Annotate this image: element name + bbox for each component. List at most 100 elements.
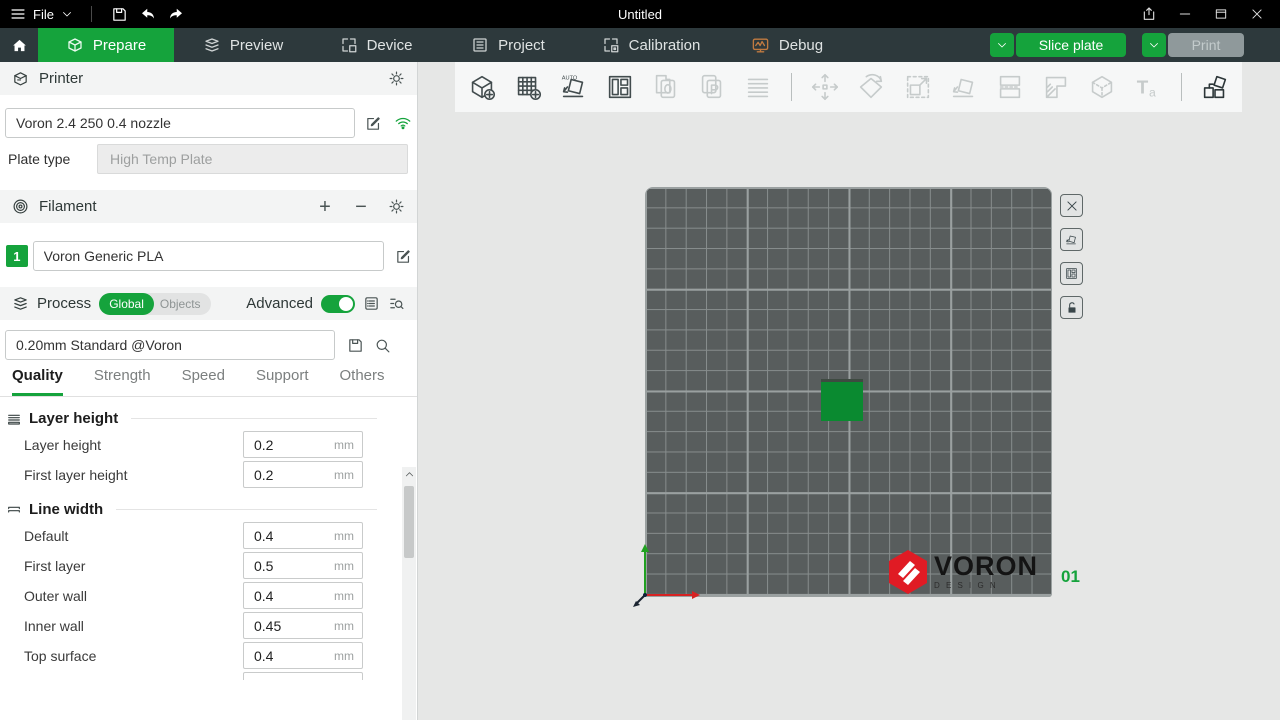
- slice-plate-button[interactable]: Slice plate: [1016, 33, 1126, 57]
- printer-edit-button[interactable]: [365, 115, 382, 132]
- scope-objects-button[interactable]: Objects: [154, 293, 211, 315]
- layers-button[interactable]: [741, 69, 775, 105]
- variable-layer-height-button[interactable]: [1039, 69, 1073, 105]
- orient-plate-button[interactable]: [1060, 228, 1083, 251]
- sparse-infill-line-width-input[interactable]: [244, 678, 316, 681]
- setting-field: mm: [243, 552, 363, 579]
- save-button[interactable]: [110, 4, 130, 24]
- minimize-button[interactable]: [1170, 3, 1200, 25]
- upload-button[interactable]: [1134, 3, 1164, 25]
- tab-label: Project: [498, 37, 545, 54]
- main-tab-bar: Prepare Preview Device Project Calibrati…: [0, 28, 1280, 62]
- move-button[interactable]: [808, 69, 842, 105]
- scale-button[interactable]: [901, 69, 935, 105]
- add-object-button[interactable]: [465, 69, 499, 105]
- import-button[interactable]: [649, 69, 683, 105]
- scroll-up-button[interactable]: [404, 467, 415, 481]
- minimize-icon: [1178, 7, 1192, 21]
- tab-strength[interactable]: Strength: [94, 367, 151, 396]
- scrollbar-thumb[interactable]: [404, 486, 414, 558]
- arrange-plate-button[interactable]: [1060, 262, 1083, 285]
- add-object-icon: [466, 71, 498, 103]
- file-menu[interactable]: File: [10, 6, 73, 22]
- brand-name: VORON: [934, 554, 1038, 580]
- brand-sub: DESIGN: [934, 581, 1038, 590]
- filament-edit-button[interactable]: [395, 248, 412, 265]
- tab-speed[interactable]: Speed: [182, 367, 225, 396]
- lay-on-face-button[interactable]: [947, 69, 981, 105]
- delete-plate-button[interactable]: [1060, 194, 1083, 217]
- search-preset-button[interactable]: [374, 337, 391, 354]
- search-settings-button[interactable]: [388, 295, 405, 312]
- print-dropdown-button[interactable]: [1142, 33, 1166, 57]
- outer-wall-line-width-input[interactable]: [244, 588, 316, 604]
- arrange-icon: [604, 71, 636, 103]
- tab-debug[interactable]: Debug: [726, 28, 848, 62]
- tab-others[interactable]: Others: [340, 367, 385, 396]
- chevron-down-icon: [61, 8, 73, 20]
- model-cube[interactable]: [821, 379, 863, 421]
- tab-quality[interactable]: Quality: [12, 367, 63, 396]
- remove-filament-button[interactable]: −: [352, 197, 370, 217]
- gear-icon: [388, 70, 405, 87]
- tab-support[interactable]: Support: [256, 367, 309, 396]
- redo-button[interactable]: [166, 4, 186, 24]
- add-filament-button[interactable]: +: [316, 197, 334, 217]
- inner-wall-line-width-input[interactable]: [244, 618, 316, 634]
- first-layer-line-width-input[interactable]: [244, 558, 316, 574]
- tab-device[interactable]: Device: [312, 28, 440, 62]
- filament-preset-input[interactable]: [33, 241, 384, 271]
- unit-label: mm: [334, 589, 362, 603]
- mesh-boolean-button[interactable]: [1085, 69, 1119, 105]
- undo-icon: [139, 5, 157, 23]
- window-title: Untitled: [0, 7, 1280, 22]
- process-preset-input[interactable]: [5, 330, 335, 360]
- plate-type-select[interactable]: High Temp Plate: [97, 144, 408, 174]
- home-button[interactable]: [0, 28, 38, 62]
- hamburger-icon: [10, 6, 26, 22]
- settings-scrollbar[interactable]: [402, 467, 416, 720]
- origin-axes: [618, 531, 718, 621]
- printer-settings-button[interactable]: [388, 70, 405, 87]
- add-plate-button[interactable]: [511, 69, 545, 105]
- save-preset-button[interactable]: [347, 337, 364, 354]
- chevron-down-icon: [996, 39, 1008, 51]
- print-button[interactable]: Print: [1168, 33, 1244, 57]
- rotate-button[interactable]: [854, 69, 888, 105]
- setting-row: Layer height mm: [0, 431, 391, 458]
- tab-preview[interactable]: Preview: [174, 28, 312, 62]
- detail-list-icon: [363, 295, 380, 312]
- text-tool-button[interactable]: Ta: [1131, 69, 1165, 105]
- toggle-knob: [339, 297, 353, 311]
- filament-settings-button[interactable]: [388, 198, 405, 215]
- first-layer-height-input[interactable]: [244, 467, 316, 483]
- printer-icon: [12, 70, 29, 87]
- top-surface-line-width-input[interactable]: [244, 648, 316, 664]
- close-button[interactable]: [1242, 3, 1272, 25]
- slice-dropdown-button[interactable]: [990, 33, 1014, 57]
- undo-button[interactable]: [138, 4, 158, 24]
- arrange-button[interactable]: [603, 69, 637, 105]
- auto-orient-button[interactable]: AUTO: [557, 69, 591, 105]
- assembly-button[interactable]: [1198, 69, 1232, 105]
- layer-height-input[interactable]: [244, 437, 316, 453]
- printer-preset-input[interactable]: [5, 108, 355, 138]
- advanced-toggle[interactable]: [321, 295, 355, 313]
- group-line-width: Line width: [6, 501, 391, 518]
- paste-button[interactable]: [695, 69, 729, 105]
- advanced-label: Advanced: [246, 295, 313, 312]
- tab-prepare[interactable]: Prepare: [38, 28, 174, 62]
- 3d-viewport[interactable]: AUTO: [418, 62, 1280, 720]
- setting-row: Inner wall mm: [0, 612, 391, 639]
- tab-calibration[interactable]: Calibration: [576, 28, 726, 62]
- split-button[interactable]: [993, 69, 1027, 105]
- scope-global-button[interactable]: Global: [99, 293, 154, 315]
- lock-plate-button[interactable]: [1060, 296, 1083, 319]
- default-line-width-input[interactable]: [244, 528, 316, 544]
- tab-project[interactable]: Project: [440, 28, 576, 62]
- setting-label: First layer height: [24, 467, 127, 483]
- expert-view-button[interactable]: [363, 295, 380, 312]
- assembly-puzzle-icon: [1199, 71, 1231, 103]
- printer-connection-button[interactable]: [394, 114, 412, 132]
- maximize-button[interactable]: [1206, 3, 1236, 25]
